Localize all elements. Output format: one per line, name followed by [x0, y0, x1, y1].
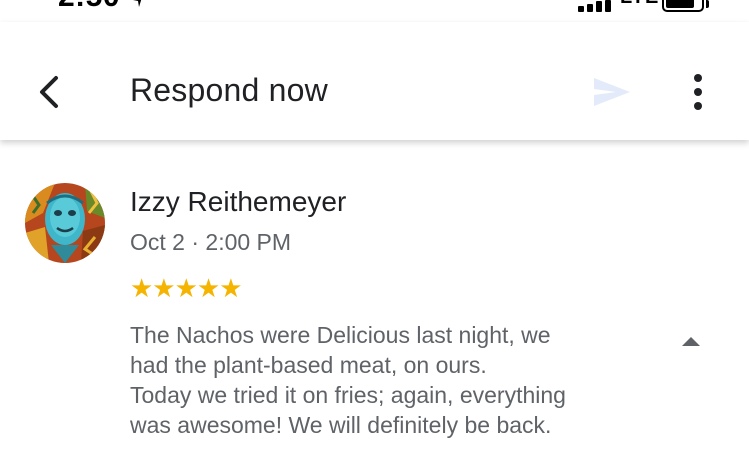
app-bar: Respond now [0, 22, 749, 140]
review-line: Today we tried it on fries; again, every… [130, 382, 566, 408]
reviewer-name: Izzy Reithemeyer [130, 186, 347, 217]
page-title: Respond now [130, 72, 328, 108]
review-date: Oct 2 · 2:00 PM [130, 229, 292, 255]
status-time: 2:50 [58, 0, 120, 14]
battery-tip [706, 0, 709, 8]
location-arrow-icon [133, 0, 142, 7]
battery-icon [662, 0, 704, 12]
star-rating: ★★★★★ [130, 274, 243, 304]
review-text: The Nachos were Delicious last night, we… [130, 320, 670, 440]
status-bar: 2:50 LTE [0, 0, 749, 22]
send-icon[interactable] [590, 74, 634, 110]
avatar [25, 183, 105, 263]
signal-icon [578, 0, 614, 12]
star-icons: ★★★★★ [130, 274, 243, 304]
collapse-caret-icon[interactable] [680, 334, 702, 348]
more-vert-icon[interactable] [680, 70, 716, 114]
review-line: was awesome! We will definitely be back. [130, 412, 552, 438]
network-label: LTE [620, 0, 659, 9]
back-arrow-icon[interactable] [30, 72, 70, 112]
review-line: had the plant-based meat, on ours. [130, 352, 487, 378]
review-line: The Nachos were Delicious last night, we [130, 322, 551, 348]
